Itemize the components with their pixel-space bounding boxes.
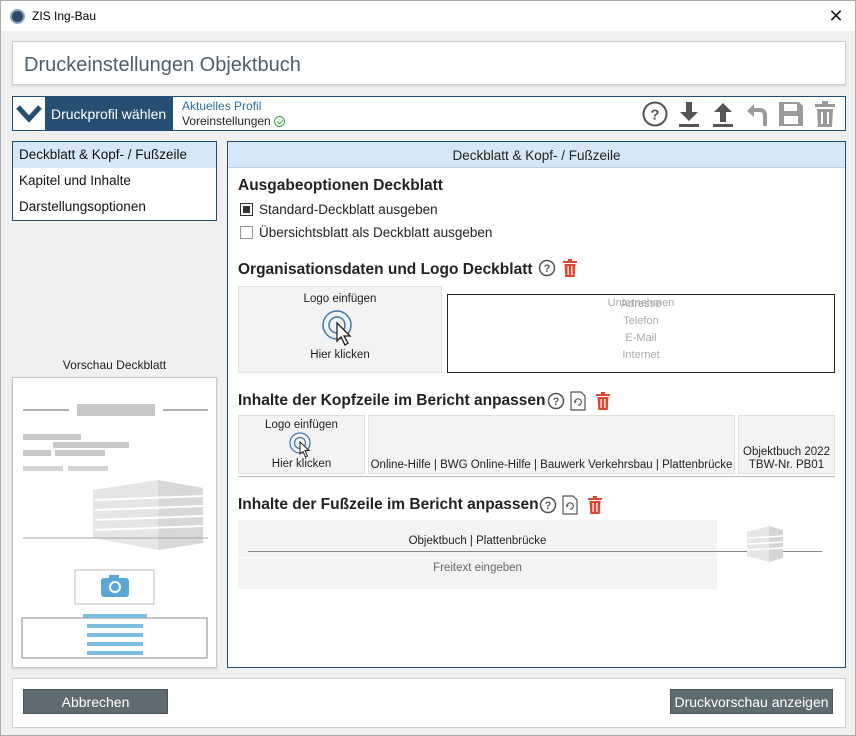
profile-select-button[interactable]: Druckprofil wählen [13, 97, 173, 130]
preview-label: Vorschau Deckblatt [62, 358, 167, 372]
checkbox-checked[interactable] [240, 203, 253, 216]
address-placeholder: Adresse [620, 298, 662, 310]
page-heading-box: Druckeinstellungen Objektbuch [12, 41, 846, 85]
download-icon[interactable] [675, 100, 703, 128]
nav-item-deckblatt[interactable]: Deckblatt & Kopf- / Fußzeile [13, 142, 216, 168]
header-center-text[interactable]: Online-Hilfe | BWG Online-Hilfe | Bauwer… [368, 415, 735, 474]
current-profile-value: Voreinstellungen [182, 114, 271, 128]
header-right-line1: Objektbuch 2022 [743, 446, 830, 458]
svg-text:?: ? [553, 396, 560, 408]
delete-icon[interactable] [811, 100, 839, 128]
dialog-window: Druckeinstellungen Objektbuch Druckprofi… [0, 31, 856, 736]
svg-text:?: ? [545, 500, 552, 512]
delete-icon[interactable] [595, 392, 611, 414]
header-right-text[interactable]: Objektbuch 2022 TBW-Nr. PB01 [738, 415, 835, 474]
cover-preview-image [21, 404, 208, 659]
dialog-footer: Abbrechen Druckvorschau anzeigen [12, 678, 846, 728]
profile-select-label: Druckprofil wählen [51, 106, 167, 122]
kopf-title: Inhalte der Kopfzeile im Bericht anpasse… [238, 392, 546, 409]
ausgabe-title: Ausgabeoptionen Deckblatt [238, 177, 443, 194]
undo-icon[interactable] [743, 100, 771, 128]
footer-separator [238, 557, 717, 558]
current-profile: Aktuelles Profil Voreinstellungen [182, 99, 285, 129]
print-preview-button[interactable]: Druckvorschau anzeigen [670, 689, 833, 714]
checkbox-unchecked[interactable] [240, 226, 253, 239]
help-icon[interactable]: ? [547, 392, 565, 413]
click-cursor-icon [320, 309, 360, 347]
footer-freetext-input[interactable]: Freitext eingeben [238, 562, 717, 574]
app-icon [10, 9, 25, 24]
header-logo-upload[interactable]: Logo einfügen Hier klicken [238, 415, 365, 474]
checkbox-label: Standard-Deckblatt ausgeben [259, 202, 438, 217]
standard-deckblatt-checkbox[interactable]: Standard-Deckblatt ausgeben [240, 202, 438, 217]
cancel-button[interactable]: Abbrechen [23, 689, 168, 714]
logo-insert-label: Logo einfügen [303, 293, 377, 305]
uebersichtsblatt-checkbox[interactable]: Übersichtsblatt als Deckblatt ausgeben [240, 225, 492, 240]
help-icon[interactable]: ? [641, 100, 669, 128]
header-right-line2: TBW-Nr. PB01 [748, 459, 825, 471]
refresh-icon[interactable] [562, 495, 578, 518]
org-logo-upload[interactable]: Logo einfügen Hier klicken [238, 286, 442, 373]
footer-preview-box: Objektbuch | Plattenbrücke Freitext eing… [238, 520, 822, 589]
logo-click-label: Hier klicken [271, 458, 332, 470]
divider [238, 476, 835, 477]
window-title: ZIS Ing-Bau [32, 9, 97, 23]
footer-line [248, 551, 822, 552]
delete-icon[interactable] [562, 259, 578, 281]
svg-text:?: ? [544, 263, 551, 275]
upload-icon[interactable] [709, 100, 737, 128]
settings-nav: Deckblatt & Kopf- / Fußzeile Kapitel und… [12, 141, 217, 221]
current-profile-value-row: Voreinstellungen [182, 114, 285, 129]
checkbox-label: Übersichtsblatt als Deckblatt ausgeben [259, 225, 493, 240]
internet-placeholder: Internet [622, 349, 660, 361]
building-icon [745, 524, 785, 567]
title-bar: ZIS Ing-Bau ✕ [0, 0, 856, 31]
org-title: Organisationsdaten und Logo Deckblatt [238, 261, 533, 278]
help-icon[interactable]: ? [538, 259, 556, 280]
click-cursor-icon [288, 432, 316, 458]
chevron-down-icon [13, 97, 45, 130]
current-profile-label: Aktuelles Profil [182, 99, 262, 113]
refresh-icon[interactable] [570, 391, 586, 414]
delete-icon[interactable] [587, 496, 603, 518]
nav-item-kapitel[interactable]: Kapitel und Inhalte [13, 168, 216, 194]
logo-click-label: Hier klicken [310, 349, 370, 361]
fuss-title: Inhalte der Fußzeile im Bericht anpassen [238, 496, 539, 513]
cover-preview [12, 377, 217, 668]
page-title: Druckeinstellungen Objektbuch [24, 54, 301, 76]
nav-item-darstellung[interactable]: Darstellungsoptionen [13, 194, 216, 220]
profile-toolbar: ? [641, 100, 837, 128]
phone-placeholder: Telefon [623, 315, 659, 327]
footer-text: Objektbuch | Plattenbrücke [408, 535, 547, 547]
panel-title: Deckblatt & Kopf- / Fußzeile [228, 142, 845, 168]
help-icon[interactable]: ? [539, 496, 557, 517]
header-center-label: Online-Hilfe | BWG Online-Hilfe | Bauwer… [370, 459, 733, 471]
check-circle-icon [273, 116, 285, 127]
email-placeholder: E-Mail [625, 332, 657, 344]
settings-panel: Deckblatt & Kopf- / Fußzeile Ausgabeopti… [227, 141, 846, 668]
save-icon[interactable] [777, 100, 805, 128]
profile-bar: Druckprofil wählen Aktuelles Profil Vore… [12, 96, 846, 131]
org-data-box[interactable]: Unternehmen Adresse Telefon E-Mail Inter… [447, 294, 835, 373]
close-icon[interactable]: ✕ [825, 5, 847, 27]
svg-text:?: ? [650, 107, 659, 124]
logo-insert-label: Logo einfügen [265, 419, 338, 431]
